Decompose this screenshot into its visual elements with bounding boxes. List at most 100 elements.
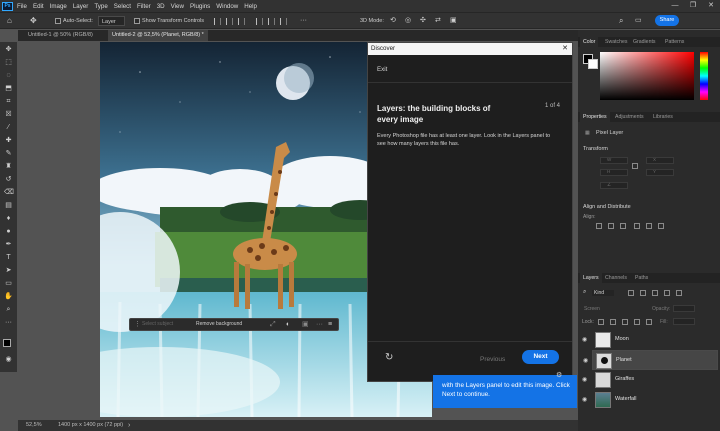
3d-roll-icon[interactable]: ◎ xyxy=(405,16,411,26)
quick-mask-icon[interactable]: ◉ xyxy=(4,356,13,364)
minimize-icon[interactable]: — xyxy=(666,0,684,12)
align-right-panel-icon[interactable] xyxy=(620,223,626,229)
3d-orbit-icon[interactable]: ⟲ xyxy=(390,16,396,26)
align-left-icon[interactable] xyxy=(214,18,221,25)
tab-untitled-1[interactable]: Untitled-1 @ 50% (RGB/8) xyxy=(24,30,97,41)
x-field[interactable]: X xyxy=(646,157,674,164)
maximize-icon[interactable]: ❐ xyxy=(684,0,702,12)
tab-adjustments[interactable]: Adjustments xyxy=(612,112,647,122)
menu-select[interactable]: Select xyxy=(114,3,131,10)
menu-type[interactable]: Type xyxy=(94,3,107,10)
3d-slide-icon[interactable]: ⇄ xyxy=(435,16,441,26)
move-tool-icon[interactable]: ✥ xyxy=(4,46,13,54)
align-middle-icon[interactable] xyxy=(268,18,275,25)
menu-view[interactable]: View xyxy=(171,3,184,10)
menu-edit[interactable]: Edit xyxy=(33,3,44,10)
gear-icon[interactable]: ⚙ xyxy=(556,371,562,379)
height-field[interactable]: H xyxy=(600,169,628,176)
move-tool-icon[interactable]: ✥ xyxy=(30,16,37,26)
mask-icon[interactable]: ▣ xyxy=(302,319,309,330)
more-tools-icon[interactable]: ··· xyxy=(4,319,13,327)
eyedropper-tool-icon[interactable]: ⁄ xyxy=(4,124,13,132)
share-button[interactable]: Share xyxy=(655,15,679,26)
background-swatch[interactable] xyxy=(588,59,598,69)
align-bottom-icon[interactable] xyxy=(280,18,287,25)
object-selection-tool-icon[interactable]: ⬒ xyxy=(4,85,13,93)
lock-all-icon[interactable] xyxy=(646,319,652,325)
home-icon[interactable]: ⌂ xyxy=(7,16,12,26)
close-window-icon[interactable]: ✕ xyxy=(702,0,720,12)
chevron-right-icon[interactable]: › xyxy=(128,420,130,431)
width-field[interactable]: W xyxy=(600,157,628,164)
menu-plugins[interactable]: Plugins xyxy=(190,3,210,10)
opacity-field[interactable] xyxy=(673,305,695,312)
tab-properties[interactable]: Properties xyxy=(580,112,610,122)
artboard-tool-icon[interactable]: ⬚ xyxy=(4,59,13,67)
healing-brush-icon[interactable]: ✚ xyxy=(4,137,13,145)
menu-3d[interactable]: 3D xyxy=(157,3,165,10)
exit-link[interactable]: Exit xyxy=(368,55,572,83)
visibility-eye-icon[interactable]: ◉ xyxy=(582,336,587,343)
align-bottom-panel-icon[interactable] xyxy=(658,223,664,229)
history-brush-icon[interactable]: ↺ xyxy=(4,176,13,184)
tab-libraries[interactable]: Libraries xyxy=(650,112,676,122)
more-icon[interactable]: ··· xyxy=(316,319,323,330)
lock-pixels-icon[interactable] xyxy=(610,319,616,325)
filter-shape-icon[interactable] xyxy=(664,290,670,296)
auto-select-checkbox[interactable]: Auto-Select: xyxy=(55,16,93,26)
lock-position-icon[interactable] xyxy=(622,319,628,325)
close-icon[interactable]: ✕ xyxy=(562,43,568,55)
rectangle-tool-icon[interactable]: ▭ xyxy=(4,280,13,288)
tab-color[interactable]: Color xyxy=(580,37,599,47)
3d-pan-icon[interactable]: ✣ xyxy=(420,16,426,26)
y-field[interactable]: Y xyxy=(646,169,674,176)
tab-swatches[interactable]: Swatches xyxy=(602,37,631,47)
blur-tool-icon[interactable]: ♦ xyxy=(4,215,13,223)
layer-filter-kind-dropdown[interactable]: Kind xyxy=(592,290,615,296)
gradient-tool-icon[interactable]: ▤ xyxy=(4,202,13,210)
align-vcenter-panel-icon[interactable] xyxy=(646,223,652,229)
transform-icon[interactable]: ⤢ xyxy=(270,319,276,330)
menu-image[interactable]: Image xyxy=(50,3,67,10)
menu-window[interactable]: Window xyxy=(216,3,238,10)
pen-tool-icon[interactable]: ✒ xyxy=(4,241,13,249)
align-left-panel-icon[interactable] xyxy=(596,223,602,229)
filter-type-icon[interactable] xyxy=(652,290,658,296)
align-top-icon[interactable] xyxy=(256,18,263,25)
next-button[interactable]: Next xyxy=(522,350,559,364)
tab-paths[interactable]: Paths xyxy=(632,273,651,283)
align-right-icon[interactable] xyxy=(238,18,245,25)
crop-tool-icon[interactable]: ⌗ xyxy=(4,98,13,106)
align-top-panel-icon[interactable] xyxy=(634,223,640,229)
tab-layers[interactable]: Layers xyxy=(580,273,602,283)
auto-select-target-dropdown[interactable]: Layer xyxy=(98,16,125,26)
lock-artboard-icon[interactable] xyxy=(634,319,640,325)
adjustment-icon[interactable]: ◐ xyxy=(286,319,290,330)
layer-row-giraffes[interactable]: ◉ Giraffes xyxy=(582,370,718,390)
layer-row-planet[interactable]: ◉ Planet xyxy=(583,350,718,370)
transform-section-title[interactable]: Transform xyxy=(583,146,608,152)
foreground-color-swatch[interactable] xyxy=(3,339,11,347)
menu-file[interactable]: File xyxy=(17,3,27,10)
refresh-icon[interactable]: ↻ xyxy=(385,353,394,363)
menu-help[interactable]: Help xyxy=(244,3,257,10)
align-center-icon[interactable] xyxy=(226,18,233,25)
dodge-tool-icon[interactable]: ● xyxy=(4,228,13,236)
menu-filter[interactable]: Filter xyxy=(137,3,151,10)
zoom-tool-icon[interactable]: ⌕ xyxy=(4,306,13,314)
brush-tool-icon[interactable]: ✎ xyxy=(4,150,13,158)
align-hcenter-panel-icon[interactable] xyxy=(608,223,614,229)
link-icon[interactable] xyxy=(632,163,638,169)
type-tool-icon[interactable]: T xyxy=(4,254,13,262)
drag-handle-icon[interactable]: ⋮ xyxy=(134,319,141,330)
tab-patterns[interactable]: Patterns xyxy=(662,37,687,47)
filter-pixel-icon[interactable] xyxy=(628,290,634,296)
tab-gradients[interactable]: Gradients xyxy=(630,37,659,47)
fill-field[interactable] xyxy=(673,318,695,325)
3d-scale-icon[interactable]: ▣ xyxy=(450,16,457,26)
tab-untitled-2[interactable]: Untitled-2 @ 52,5% (Planet, RGB/8) * xyxy=(108,30,208,41)
tab-channels[interactable]: Channels xyxy=(602,273,630,283)
layer-row-moon[interactable]: ◉ Moon xyxy=(582,330,718,350)
select-subject-button[interactable]: Select subject xyxy=(142,319,173,330)
visibility-eye-icon[interactable]: ◉ xyxy=(582,396,587,403)
